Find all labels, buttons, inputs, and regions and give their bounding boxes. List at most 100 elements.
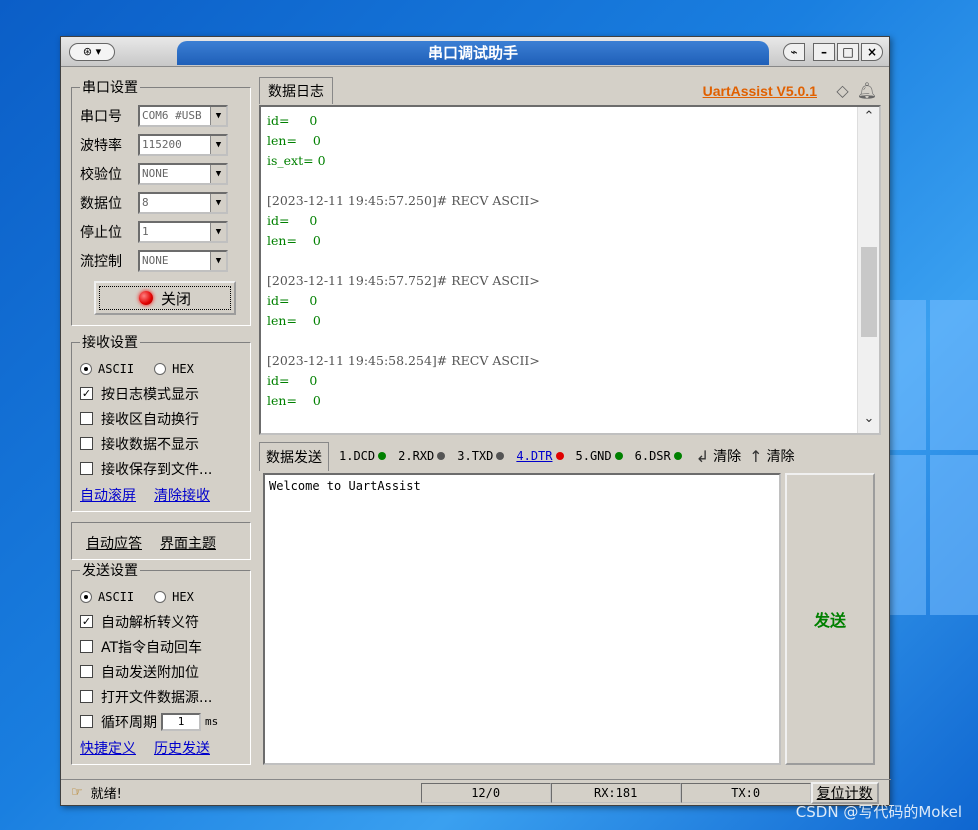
title-bar[interactable]: ⊛ ▾ 串口调试助手 ⌁ – □ × bbox=[61, 37, 889, 67]
minimize-button[interactable]: – bbox=[813, 43, 835, 61]
pin-indicator[interactable]: 6.DSR bbox=[635, 449, 682, 463]
log-line: id= 0 bbox=[267, 373, 318, 388]
scroll-up-icon[interactable]: ⌃ bbox=[858, 109, 879, 129]
log-scrollbar[interactable]: ⌃ ⌄ bbox=[857, 107, 879, 433]
system-menu-button[interactable]: ⊛ ▾ bbox=[69, 43, 115, 61]
clear-rx-button[interactable]: ↲ 清除 bbox=[696, 446, 741, 466]
pin-led-icon bbox=[437, 452, 446, 460]
log-line: [2023-12-11 19:45:57.752]# RECV ASCII> bbox=[267, 273, 540, 288]
bell-icon[interactable]: 🔔︎ bbox=[857, 81, 877, 100]
select-value: 8 bbox=[142, 195, 149, 209]
scroll-thumb[interactable] bbox=[861, 247, 877, 337]
maximize-button[interactable]: □ bbox=[837, 43, 859, 61]
shortcuts-link[interactable]: 快捷定义 bbox=[80, 738, 136, 758]
log-line: len= 0 bbox=[267, 133, 321, 148]
clear-tx-button[interactable]: ↑ 清除 bbox=[749, 446, 794, 466]
tx-hex-radio[interactable] bbox=[154, 590, 167, 603]
log-line: id= 0 bbox=[267, 213, 318, 228]
select-value: NONE bbox=[142, 253, 169, 267]
cycle-checkbox[interactable] bbox=[80, 715, 93, 728]
scroll-down-icon[interactable]: ⌄ bbox=[858, 411, 879, 431]
pin-icon[interactable]: ⌁ bbox=[783, 43, 805, 61]
log-line: len= 0 bbox=[267, 393, 321, 408]
baud-select[interactable]: 115200 ▼ bbox=[138, 133, 228, 156]
tab-data-log[interactable]: 数据日志 bbox=[259, 77, 333, 104]
pin-indicator[interactable]: 1.DCD bbox=[339, 449, 387, 463]
parity-select[interactable]: NONE ▼ bbox=[138, 162, 228, 185]
close-port-button[interactable]: 关闭 bbox=[94, 281, 236, 315]
clear-receive-link[interactable]: 清除接收 bbox=[154, 485, 210, 505]
group-title: 串口设置 bbox=[82, 80, 138, 96]
pin-label: 2.RXD bbox=[398, 449, 435, 463]
rx-ascii-radio[interactable] bbox=[80, 362, 92, 375]
receive-log-area[interactable]: id= 0 len= 0 is_ext= 0 [2023-12-11 19:45:5… bbox=[259, 105, 881, 435]
rx-save-file-checkbox[interactable] bbox=[80, 462, 93, 475]
append-bits-checkbox[interactable] bbox=[80, 665, 93, 678]
stopbits-row: 停止位 1 ▼ bbox=[80, 217, 244, 246]
tx-ascii-radio[interactable] bbox=[80, 590, 92, 603]
send-button[interactable]: 发送 bbox=[785, 473, 875, 765]
pin-indicator[interactable]: 2.RXD bbox=[398, 449, 446, 463]
checkbox-label: 循环周期 bbox=[101, 714, 157, 731]
send-textarea[interactable]: Welcome to UartAssist bbox=[263, 473, 781, 765]
hand-pointer-icon: ☞ bbox=[71, 785, 83, 800]
version-link[interactable]: UartAssist V5.0.1 bbox=[703, 83, 817, 99]
pin-indicator[interactable]: 3.TXD bbox=[457, 449, 505, 463]
group-title: 接收设置 bbox=[82, 335, 138, 351]
databits-select[interactable]: 8 ▼ bbox=[138, 191, 228, 214]
select-value: COM6 #USB bbox=[142, 108, 202, 122]
rx-wrap-checkbox[interactable] bbox=[80, 412, 93, 425]
checkbox-label: 按日志模式显示 bbox=[101, 386, 199, 403]
auto-reply-link[interactable]: 自动应答 bbox=[86, 533, 142, 553]
pin-led-icon bbox=[378, 452, 387, 460]
stopbits-select[interactable]: 1 ▼ bbox=[138, 220, 228, 243]
radio-label: HEX bbox=[172, 589, 194, 604]
at-cr-checkbox[interactable] bbox=[80, 640, 93, 653]
log-text: id= 0 len= 0 is_ext= 0 [2023-12-11 19:45:5… bbox=[261, 107, 879, 411]
pin-led-icon bbox=[555, 452, 564, 460]
theme-link[interactable]: 界面主题 bbox=[160, 533, 216, 553]
select-value: 1 bbox=[142, 224, 149, 238]
pin-label: 6.DSR bbox=[634, 449, 671, 463]
button-label: 关闭 bbox=[160, 289, 191, 308]
pin-indicator[interactable]: 4.DTR bbox=[516, 449, 564, 463]
pin-led-icon bbox=[496, 452, 505, 460]
checkbox-label: 打开文件数据源... bbox=[101, 689, 213, 706]
pin-led-icon bbox=[614, 452, 623, 460]
port-select[interactable]: COM6 #USB ▼ bbox=[138, 104, 228, 127]
status-text: 就绪! bbox=[90, 787, 122, 802]
cycle-period-input[interactable]: 1 bbox=[161, 712, 201, 731]
chevron-down-icon[interactable]: ▼ bbox=[210, 251, 226, 270]
chevron-down-icon[interactable]: ▼ bbox=[210, 193, 226, 212]
log-mode-checkbox[interactable]: ✓ bbox=[80, 387, 93, 400]
chevron-down-icon[interactable]: ▼ bbox=[210, 222, 226, 241]
escape-parse-checkbox[interactable]: ✓ bbox=[80, 615, 93, 628]
close-window-button[interactable]: × bbox=[861, 43, 883, 61]
chevron-down-icon[interactable]: ▼ bbox=[210, 135, 226, 154]
log-line: id= 0 bbox=[267, 293, 318, 308]
unit-label: ms bbox=[205, 715, 219, 728]
flow-select[interactable]: NONE ▼ bbox=[138, 249, 228, 272]
field-label: 流控制 bbox=[80, 253, 122, 270]
baud-row: 波特率 115200 ▼ bbox=[80, 130, 244, 159]
rx-hex-radio[interactable] bbox=[154, 362, 167, 375]
tab-data-send[interactable]: 数据发送 bbox=[259, 441, 329, 471]
pin-label: 5.GND bbox=[575, 449, 612, 463]
pin-indicator[interactable]: 5.GND bbox=[576, 449, 623, 463]
flow-row: 流控制 NONE ▼ bbox=[80, 246, 244, 275]
history-link[interactable]: 历史发送 bbox=[154, 738, 210, 758]
watermark: CSDN @写代码的Mokel bbox=[795, 803, 962, 821]
file-source-checkbox[interactable] bbox=[80, 690, 93, 703]
rx-hide-checkbox[interactable] bbox=[80, 437, 93, 450]
chevron-down-icon[interactable]: ▼ bbox=[210, 106, 226, 125]
diamond-icon[interactable]: ◇ bbox=[836, 81, 848, 100]
left-panel: 串口设置 串口号 COM6 #USB ▼ 波特率 115200 ▼ 校验位 NONE ▼ 数… bbox=[71, 77, 251, 765]
pin-label: 3.TXD bbox=[457, 449, 494, 463]
autoscroll-link[interactable]: 自动滚屏 bbox=[80, 485, 136, 505]
pin-led-icon bbox=[673, 452, 682, 460]
chevron-down-icon[interactable]: ▼ bbox=[210, 164, 226, 183]
pin-indicators: 1.DCD 2.RXD 3.TXD 4.DTR 5.GND 6.DSR bbox=[333, 449, 688, 463]
checkbox-label: 自动解析转义符 bbox=[101, 614, 199, 631]
